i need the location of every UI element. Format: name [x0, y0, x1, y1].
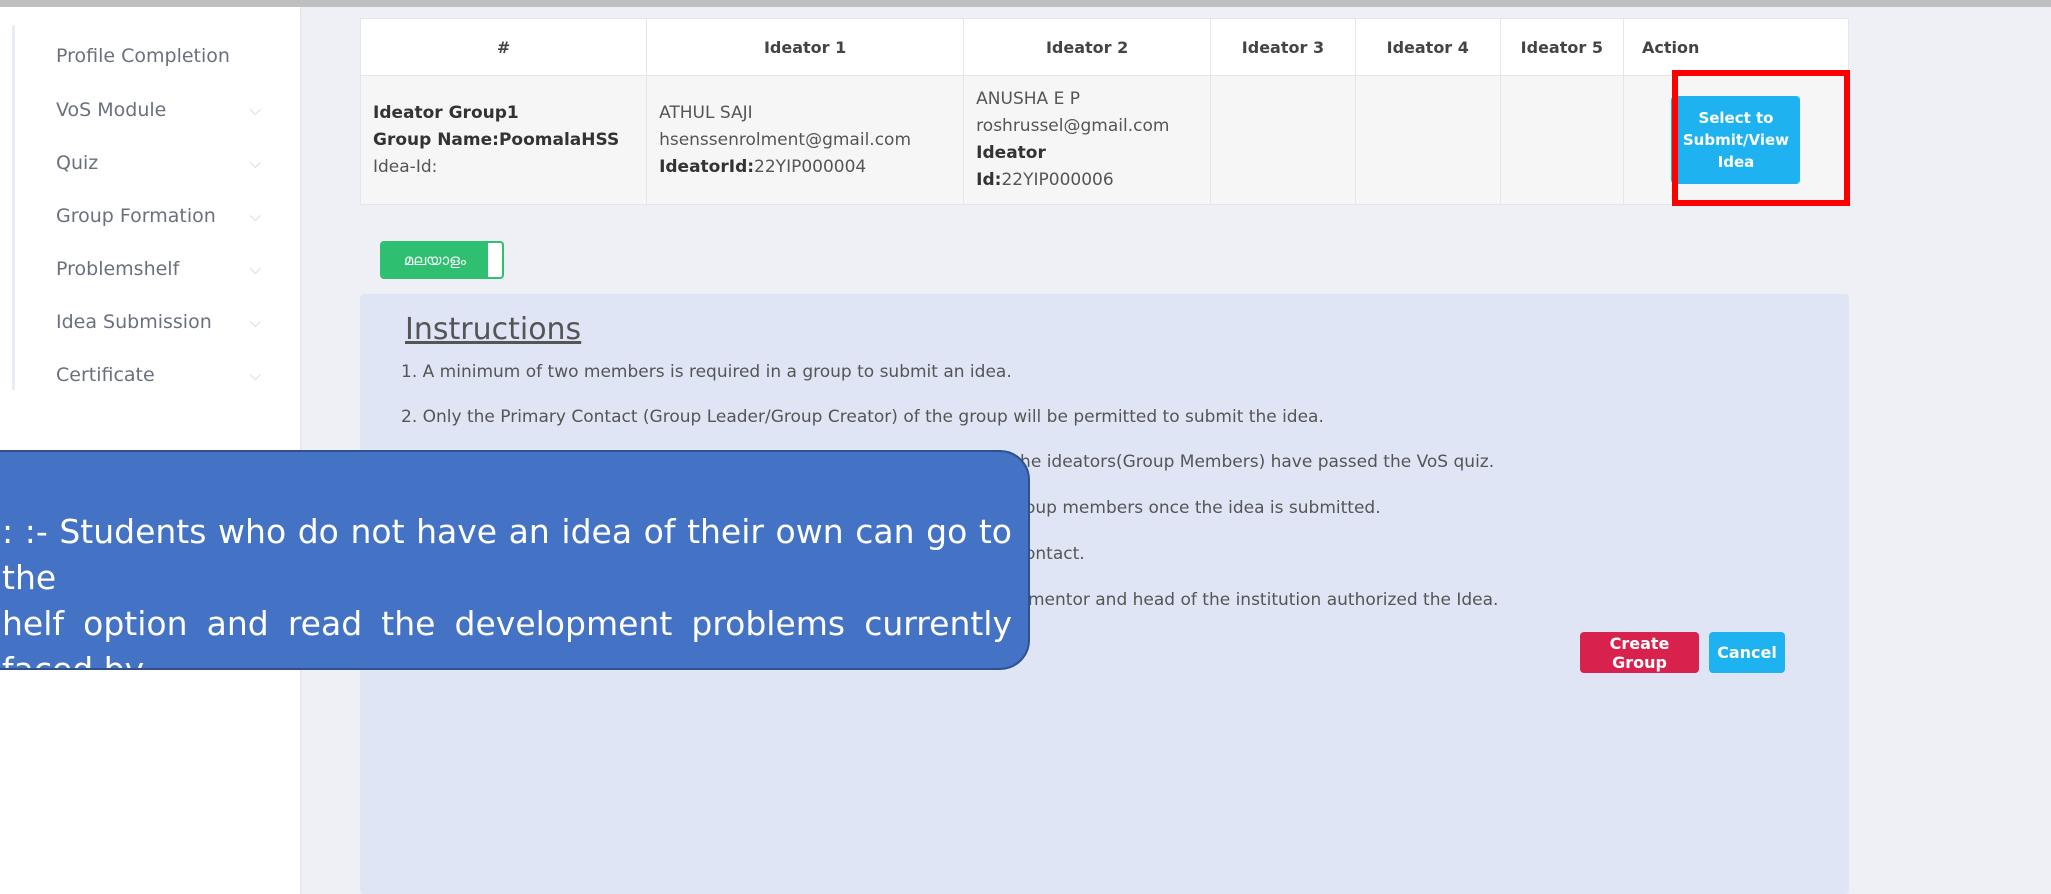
column-header-number: #	[359, 18, 648, 76]
tip-callout: : :- Students who do not have an idea of…	[0, 450, 1030, 670]
create-group-button[interactable]: Create Group	[1580, 632, 1699, 673]
group-cell: Ideator Group1 Group Name:PoomalaHSS Ide…	[359, 75, 648, 205]
column-header-ideator-3: Ideator 3	[1210, 18, 1356, 76]
sidebar-item-label: Idea Submission	[56, 311, 212, 333]
ideator-2-name: ANUSHA E P	[976, 89, 1080, 109]
sidebar-item-vos-module[interactable]: VoS Module ⌵	[56, 90, 261, 130]
column-header-ideator-5: Ideator 5	[1499, 18, 1624, 76]
ideator-1-name: ATHUL SAJI	[659, 102, 753, 123]
sidebar-item-label: Certificate	[56, 364, 155, 386]
language-toggle-label: മലയാളം	[382, 243, 488, 277]
ideator-2-id-label-2: Id:	[976, 170, 1002, 190]
column-header-action: Action	[1622, 18, 1850, 76]
column-header-ideator-2: Ideator 2	[963, 18, 1212, 76]
group-title: Ideator Group1	[373, 102, 519, 123]
sidebar-divider	[12, 25, 15, 390]
sidebar-item-label: VoS Module	[56, 99, 167, 121]
ideator-5-cell	[1499, 75, 1624, 205]
tip-callout-text: : :- Students who do not have an idea of…	[2, 512, 1012, 670]
sidebar-item-group-formation[interactable]: Group Formation ⌵	[56, 196, 261, 236]
sidebar-item-label: Quiz	[56, 152, 99, 174]
instruction-line-4: oup members once the idea is submitted.	[1025, 498, 1381, 518]
group-name: Group Name:PoomalaHSS	[373, 129, 620, 150]
instruction-line-6: mentor and head of the institution autho…	[1028, 590, 1499, 610]
chevron-down-icon: ⌵	[249, 154, 261, 172]
ideator-2-id-value: 22YIP000006	[1001, 170, 1114, 190]
idea-id: Idea-Id:	[373, 156, 438, 177]
ideator-2-cell: ANUSHA E P roshrussel@gmail.com Ideator …	[963, 75, 1212, 205]
column-header-ideator-1: Ideator 1	[646, 18, 965, 76]
instruction-line-1: 1. A minimum of two members is required …	[401, 362, 1012, 382]
column-header-ideator-4: Ideator 4	[1354, 18, 1501, 76]
table-row: Ideator Group1 Group Name:PoomalaHSS Ide…	[359, 75, 1850, 205]
ideator-1-cell: ATHUL SAJI hsenssenrolment@gmail.com Ide…	[646, 75, 965, 205]
ideator-3-cell	[1210, 75, 1356, 205]
instruction-line-5: ontact.	[1025, 544, 1085, 564]
sidebar-item-idea-submission[interactable]: Idea Submission ⌵	[56, 302, 261, 342]
instructions-title: Instructions	[405, 312, 582, 347]
language-toggle[interactable]: മലയാളം	[380, 241, 504, 279]
instruction-line-3: f the ideators(Group Members) have passe…	[1002, 452, 1495, 472]
ideator-2-id-label: Ideator	[976, 143, 1046, 163]
sidebar-item-certificate[interactable]: Certificate ⌵	[56, 355, 261, 395]
sidebar-item-problemshelf[interactable]: Problemshelf ⌵	[56, 249, 261, 289]
chevron-down-icon: ⌵	[249, 207, 261, 225]
instruction-line-2: 2. Only the Primary Contact (Group Leade…	[401, 407, 1324, 427]
ideator-2-email: roshrussel@gmail.com	[976, 116, 1170, 136]
ideator-1-id-value: 22YIP000004	[754, 156, 867, 177]
highlight-box	[1672, 70, 1850, 206]
table-header-row: # Ideator 1 Ideator 2 Ideator 3 Ideator …	[359, 18, 1850, 76]
ideator-group-table: # Ideator 1 Ideator 2 Ideator 3 Ideator …	[359, 18, 1850, 205]
ideator-4-cell	[1354, 75, 1501, 205]
chevron-down-icon: ⌵	[249, 313, 261, 331]
sidebar-item-label: Group Formation	[56, 205, 216, 227]
ideator-1-id-label: IdeatorId:	[659, 156, 755, 177]
chevron-down-icon: ⌵	[249, 366, 261, 384]
sidebar-item-label: Profile Completion	[56, 45, 230, 67]
chevron-down-icon: ⌵	[249, 260, 261, 278]
ideator-1-email: hsenssenrolment@gmail.com	[659, 129, 911, 150]
cancel-button[interactable]: Cancel	[1709, 632, 1785, 673]
sidebar-item-profile-completion[interactable]: Profile Completion	[56, 36, 261, 76]
sidebar-item-quiz[interactable]: Quiz ⌵	[56, 143, 261, 183]
sidebar-item-label: Problemshelf	[56, 258, 180, 280]
top-border	[0, 0, 2051, 7]
chevron-down-icon: ⌵	[249, 101, 261, 119]
